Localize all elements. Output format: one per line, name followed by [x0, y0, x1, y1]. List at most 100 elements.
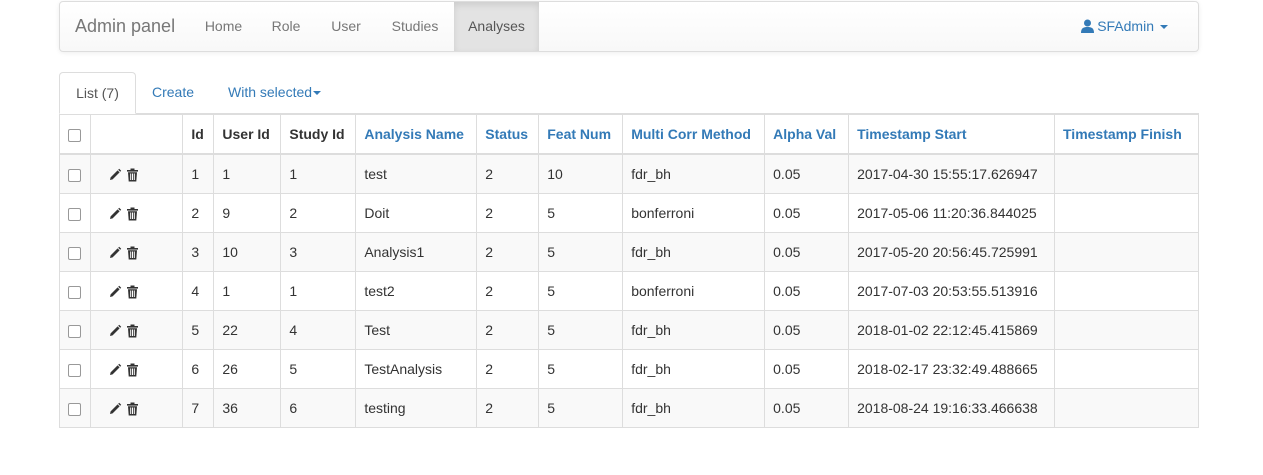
cell-alpha-val: 0.05	[764, 232, 850, 272]
col-header-feat-num[interactable]: Feat Num	[538, 114, 624, 155]
tab-with-selected[interactable]: With selected	[228, 72, 322, 112]
user-menu[interactable]: SFAdmin	[1081, 2, 1168, 51]
pencil-icon[interactable]	[108, 283, 122, 299]
trash-icon[interactable]	[126, 400, 139, 416]
cell-id: 7	[182, 388, 215, 428]
cell-study-id: 2	[280, 193, 357, 233]
row-checkbox-cell	[59, 153, 91, 194]
cell-feat-num: 5	[538, 388, 624, 428]
table-header: Id User Id Study Id Analysis Name Status…	[59, 114, 1199, 155]
trash-icon[interactable]	[126, 361, 139, 377]
row-checkbox-cell	[59, 193, 91, 233]
cell-study-id: 4	[280, 310, 357, 350]
col-header-alpha-val[interactable]: Alpha Val	[764, 114, 850, 155]
nav-item-role[interactable]: Role	[256, 2, 316, 51]
trash-icon[interactable]	[126, 322, 139, 338]
cell-feat-num: 10	[538, 153, 624, 194]
table-body: 1 1 1 test 2 10 fdr_bh 0.05 2017-04-30 15:55:17.…	[59, 153, 1199, 428]
col-header-timestamp-start[interactable]: Timestamp Start	[848, 114, 1055, 155]
cell-user-id: 36	[213, 388, 282, 428]
cell-timestamp-finish	[1054, 193, 1199, 233]
table-row: 1 1 1 test 2 10 fdr_bh 0.05 2017-04-30 15:55:17.…	[59, 153, 1199, 194]
col-header-timestamp-finish[interactable]: Timestamp Finish	[1054, 114, 1199, 155]
nav-item-user[interactable]: User	[316, 2, 376, 51]
row-actions	[89, 388, 184, 428]
nav-item-studies[interactable]: Studies	[376, 2, 454, 51]
cell-timestamp-finish	[1054, 271, 1199, 311]
cell-alpha-val: 0.05	[764, 271, 850, 311]
pencil-icon[interactable]	[108, 400, 122, 416]
cell-id: 5	[182, 310, 215, 350]
cell-timestamp-start: 2017-07-03 20:53:55.513916	[848, 271, 1055, 311]
row-checkbox-cell	[59, 310, 91, 350]
cell-feat-num: 5	[538, 310, 624, 350]
cell-multi-corr-method: bonferroni	[622, 193, 766, 233]
pencil-icon[interactable]	[108, 361, 122, 377]
row-actions	[89, 271, 184, 311]
cell-feat-num: 5	[538, 232, 624, 272]
pencil-icon[interactable]	[108, 166, 122, 182]
row-checkbox-cell	[59, 232, 91, 272]
analyses-table: Id User Id Study Id Analysis Name Status…	[59, 114, 1199, 428]
col-header-analysis-name[interactable]: Analysis Name	[355, 114, 478, 155]
col-header-status[interactable]: Status	[476, 114, 540, 155]
cell-study-id: 5	[280, 349, 357, 389]
cell-status: 2	[476, 388, 540, 428]
cell-multi-corr-method: fdr_bh	[622, 232, 766, 272]
col-header-study-id: Study Id	[280, 114, 357, 155]
cell-user-id: 22	[213, 310, 282, 350]
cell-status: 2	[476, 193, 540, 233]
row-checkbox[interactable]	[68, 168, 82, 182]
cell-analysis-name: testing	[355, 388, 478, 428]
cell-status: 2	[476, 349, 540, 389]
cell-multi-corr-method: fdr_bh	[622, 388, 766, 428]
row-checkbox[interactable]	[68, 246, 82, 260]
nav-item-analyses[interactable]: Analyses	[454, 2, 539, 51]
row-checkbox[interactable]	[68, 324, 82, 338]
col-header-id: Id	[182, 114, 215, 155]
brand[interactable]: Admin panel	[75, 2, 175, 51]
row-checkbox-cell	[59, 271, 91, 311]
pencil-icon[interactable]	[108, 244, 122, 260]
cell-id: 3	[182, 232, 215, 272]
select-all-checkbox-cell	[59, 114, 91, 155]
with-selected-label: With selected	[228, 84, 313, 100]
cell-multi-corr-method: fdr_bh	[622, 153, 766, 194]
trash-icon[interactable]	[126, 166, 139, 182]
table-row: 4 1 1 test2 2 5 bonferroni 0.05 2017-07-03 20:53…	[59, 271, 1199, 311]
row-checkbox[interactable]	[68, 207, 82, 221]
trash-icon[interactable]	[126, 283, 139, 299]
cell-id: 1	[182, 153, 215, 194]
trash-icon[interactable]	[126, 205, 139, 221]
user-name: SFAdmin	[1097, 18, 1154, 34]
cell-study-id: 1	[280, 271, 357, 311]
cell-alpha-val: 0.05	[764, 193, 850, 233]
cell-timestamp-finish	[1054, 310, 1199, 350]
table-row: 6 26 5 TestAnalysis 2 5 fdr_bh 0.05 2018-02-17 2…	[59, 349, 1199, 389]
row-actions	[89, 310, 184, 350]
table-row: 2 9 2 Doit 2 5 bonferroni 0.05 2017-05-06 11:20:…	[59, 193, 1199, 233]
nav-item-home[interactable]: Home	[191, 2, 256, 51]
row-checkbox-cell	[59, 349, 91, 389]
user-icon	[1081, 19, 1095, 33]
cell-analysis-name: Test	[355, 310, 478, 350]
row-checkbox[interactable]	[68, 285, 82, 299]
trash-icon[interactable]	[126, 244, 139, 260]
cell-feat-num: 5	[538, 271, 624, 311]
cell-user-id: 1	[213, 271, 282, 311]
cell-id: 6	[182, 349, 215, 389]
tab-create[interactable]: Create	[152, 72, 194, 112]
pencil-icon[interactable]	[108, 322, 122, 338]
cell-id: 4	[182, 271, 215, 311]
row-checkbox[interactable]	[68, 363, 82, 377]
cell-user-id: 26	[213, 349, 282, 389]
cell-status: 2	[476, 310, 540, 350]
navbar: Admin panel Home Role User Studies Analy…	[59, 1, 1199, 52]
select-all-checkbox[interactable]	[68, 128, 82, 142]
row-actions	[89, 349, 184, 389]
tab-list[interactable]: List (7)	[59, 72, 136, 114]
cell-analysis-name: test2	[355, 271, 478, 311]
row-checkbox[interactable]	[68, 402, 82, 416]
col-header-multi-corr-method[interactable]: Multi Corr Method	[622, 114, 766, 155]
pencil-icon[interactable]	[108, 205, 122, 221]
